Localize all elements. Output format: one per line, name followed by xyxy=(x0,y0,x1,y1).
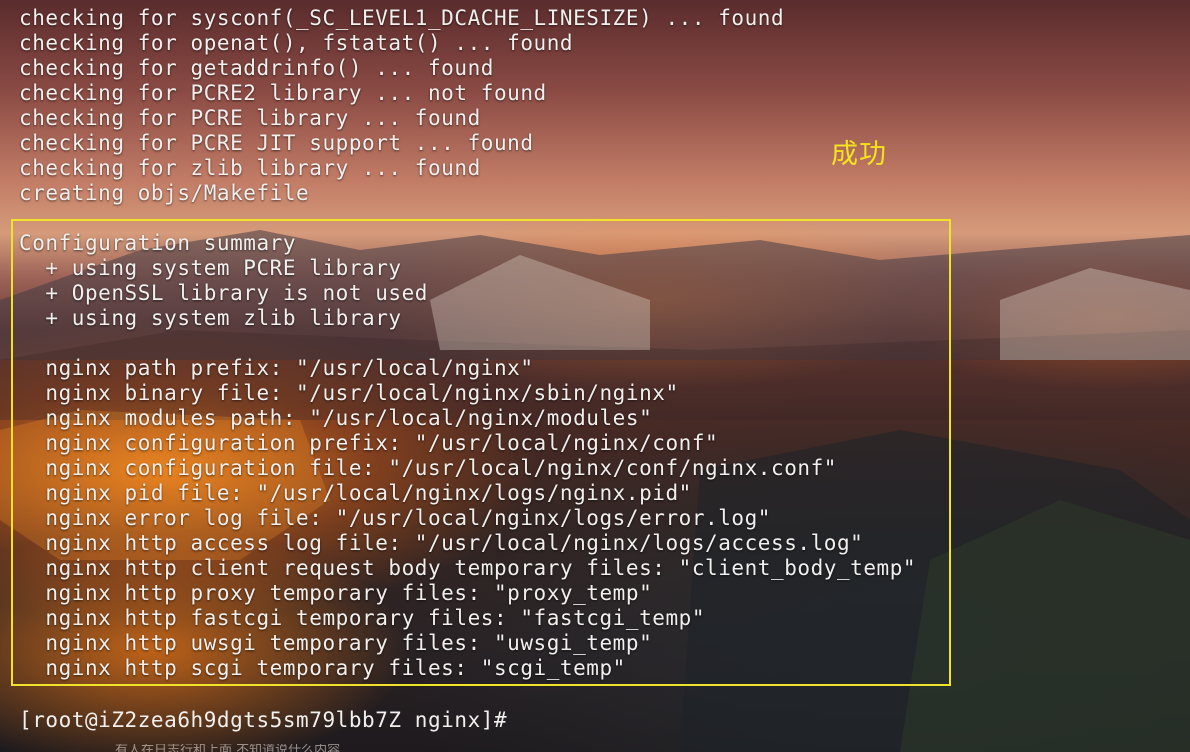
path-line: nginx path prefix: "/usr/local/nginx" xyxy=(19,356,534,380)
output-line: checking for getaddrinfo() ... found xyxy=(19,56,494,80)
terminal-output: checking for sysconf(_SC_LEVEL1_DCACHE_L… xyxy=(19,6,916,681)
summary-line: + using system PCRE library xyxy=(19,256,402,280)
output-line: checking for openat(), fstatat() ... fou… xyxy=(19,31,574,55)
path-line: nginx configuration file: "/usr/local/ng… xyxy=(19,456,837,480)
path-line: nginx http access log file: "/usr/local/… xyxy=(19,531,864,555)
path-line: nginx configuration prefix: "/usr/local/… xyxy=(19,431,719,455)
summary-heading: Configuration summary xyxy=(19,231,297,255)
output-line: checking for PCRE library ... found xyxy=(19,106,481,130)
summary-line: + using system zlib library xyxy=(19,306,402,330)
path-line: nginx pid file: "/usr/local/nginx/logs/n… xyxy=(19,481,692,505)
prompt-text: [root@iZ2zea6h9dgts5sm79lbb7Z nginx]# xyxy=(19,708,508,732)
path-line: nginx error log file: "/usr/local/nginx/… xyxy=(19,506,772,530)
path-line: nginx http uwsgi temporary files: "uwsgi… xyxy=(19,631,653,655)
path-line: nginx http client request body temporary… xyxy=(19,556,917,580)
summary-line: + OpenSSL library is not used xyxy=(19,281,428,305)
output-line: checking for PCRE JIT support ... found xyxy=(19,131,534,155)
path-line: nginx http fastcgi temporary files: "fas… xyxy=(19,606,706,630)
terminal-window[interactable]: 成功 checking for sysconf(_SC_LEVEL1_DCACH… xyxy=(0,0,1190,752)
output-line: checking for PCRE2 library ... not found xyxy=(19,81,547,105)
command-input[interactable] xyxy=(507,707,627,733)
path-line: nginx http scgi temporary files: "scgi_t… xyxy=(19,656,626,680)
command-prompt[interactable]: [root@iZ2zea6h9dgts5sm79lbb7Z nginx]# xyxy=(19,706,627,734)
path-line: nginx modules path: "/usr/local/nginx/mo… xyxy=(19,406,653,430)
output-line: checking for sysconf(_SC_LEVEL1_DCACHE_L… xyxy=(19,6,785,30)
cut-off-line: 有人在日志行和上面 不知道说什么内容 xyxy=(115,744,341,752)
path-line: nginx binary file: "/usr/local/nginx/sbi… xyxy=(19,381,679,405)
path-line: nginx http proxy temporary files: "proxy… xyxy=(19,581,653,605)
output-line: checking for zlib library ... found xyxy=(19,156,481,180)
output-line: creating objs/Makefile xyxy=(19,181,310,205)
